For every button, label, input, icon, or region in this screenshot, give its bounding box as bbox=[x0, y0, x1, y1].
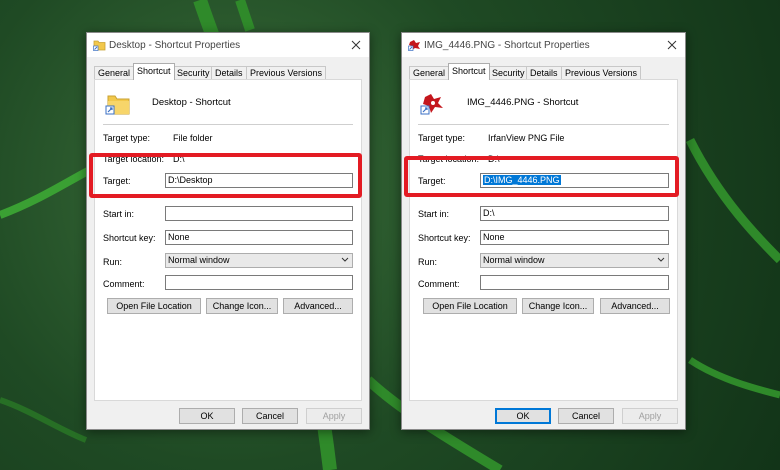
irfanview-icon bbox=[408, 40, 420, 51]
comment-input[interactable] bbox=[480, 275, 669, 290]
desktop-shortcut-properties-dialog: Desktop - Shortcut Properties General Sh… bbox=[86, 32, 370, 430]
tab-general[interactable]: General bbox=[94, 66, 135, 79]
close-button[interactable] bbox=[343, 33, 369, 57]
comment-label: Comment: bbox=[103, 279, 145, 289]
folder-shortcut-icon bbox=[105, 95, 130, 115]
target-type-label: Target type: bbox=[103, 133, 151, 143]
shortcut-key-label: Shortcut key: bbox=[103, 233, 156, 243]
shortcut-tab-panel: IMG_4446.PNG - Shortcut Target type: Irf… bbox=[409, 79, 678, 401]
advanced-button[interactable]: Advanced... bbox=[283, 298, 353, 314]
shortcut-key-label: Shortcut key: bbox=[418, 233, 471, 243]
tab-security[interactable]: Security bbox=[488, 66, 529, 79]
open-file-location-button[interactable]: Open File Location bbox=[423, 298, 517, 314]
apply-button[interactable]: Apply bbox=[622, 408, 678, 424]
open-file-location-button[interactable]: Open File Location bbox=[107, 298, 201, 314]
advanced-button[interactable]: Advanced... bbox=[600, 298, 670, 314]
tab-details[interactable]: Details bbox=[526, 66, 562, 79]
run-select[interactable]: Normal window bbox=[165, 253, 353, 268]
title-bar[interactable]: Desktop - Shortcut Properties bbox=[87, 33, 369, 57]
ok-button[interactable]: OK bbox=[495, 408, 551, 424]
shortcut-tab-panel: Desktop - Shortcut Target type: File fol… bbox=[94, 79, 362, 401]
separator bbox=[103, 124, 353, 125]
ok-button[interactable]: OK bbox=[179, 408, 235, 424]
target-highlight-box bbox=[89, 153, 362, 198]
close-icon bbox=[667, 40, 677, 50]
target-type-value: IrfanView PNG File bbox=[488, 133, 565, 143]
change-icon-button[interactable]: Change Icon... bbox=[522, 298, 594, 314]
title-bar[interactable]: IMG_4446.PNG - Shortcut Properties bbox=[402, 33, 685, 57]
change-icon-button[interactable]: Change Icon... bbox=[206, 298, 278, 314]
tab-shortcut[interactable]: Shortcut bbox=[448, 63, 490, 80]
target-type-label: Target type: bbox=[418, 133, 466, 143]
chevron-down-icon bbox=[657, 257, 665, 262]
run-label: Run: bbox=[103, 257, 123, 267]
start-in-label: Start in: bbox=[103, 209, 135, 219]
start-in-label: Start in: bbox=[418, 209, 450, 219]
apply-button[interactable]: Apply bbox=[306, 408, 362, 424]
shortcut-name: Desktop - Shortcut bbox=[152, 97, 231, 108]
start-in-input[interactable]: D:\ bbox=[480, 206, 669, 221]
window-title: IMG_4446.PNG - Shortcut Properties bbox=[424, 40, 590, 51]
irfanview-icon bbox=[420, 94, 443, 115]
tab-previous-versions[interactable]: Previous Versions bbox=[561, 66, 642, 79]
tab-security[interactable]: Security bbox=[173, 66, 214, 79]
cancel-button[interactable]: Cancel bbox=[242, 408, 298, 424]
target-highlight-box bbox=[404, 156, 679, 197]
shortcut-name: IMG_4446.PNG - Shortcut bbox=[467, 97, 579, 108]
comment-label: Comment: bbox=[418, 279, 460, 289]
window-title: Desktop - Shortcut Properties bbox=[109, 40, 241, 51]
tab-shortcut[interactable]: Shortcut bbox=[133, 63, 175, 80]
run-select[interactable]: Normal window bbox=[480, 253, 669, 268]
close-icon bbox=[351, 40, 361, 50]
img-shortcut-properties-dialog: IMG_4446.PNG - Shortcut Properties Gener… bbox=[401, 32, 686, 430]
run-label: Run: bbox=[418, 257, 438, 267]
comment-input[interactable] bbox=[165, 275, 353, 290]
shortcut-key-input[interactable]: None bbox=[165, 230, 353, 245]
chevron-down-icon bbox=[341, 257, 349, 262]
run-select-value: Normal window bbox=[168, 255, 230, 265]
close-button[interactable] bbox=[659, 33, 685, 57]
target-type-value: File folder bbox=[173, 133, 213, 143]
cancel-button[interactable]: Cancel bbox=[558, 408, 614, 424]
shortcut-key-input[interactable]: None bbox=[480, 230, 669, 245]
separator bbox=[418, 124, 669, 125]
tab-previous-versions[interactable]: Previous Versions bbox=[246, 66, 327, 79]
folder-shortcut-icon bbox=[93, 40, 106, 51]
start-in-input[interactable] bbox=[165, 206, 353, 221]
tab-general[interactable]: General bbox=[409, 66, 450, 79]
tab-details[interactable]: Details bbox=[211, 66, 247, 79]
run-select-value: Normal window bbox=[483, 255, 545, 265]
